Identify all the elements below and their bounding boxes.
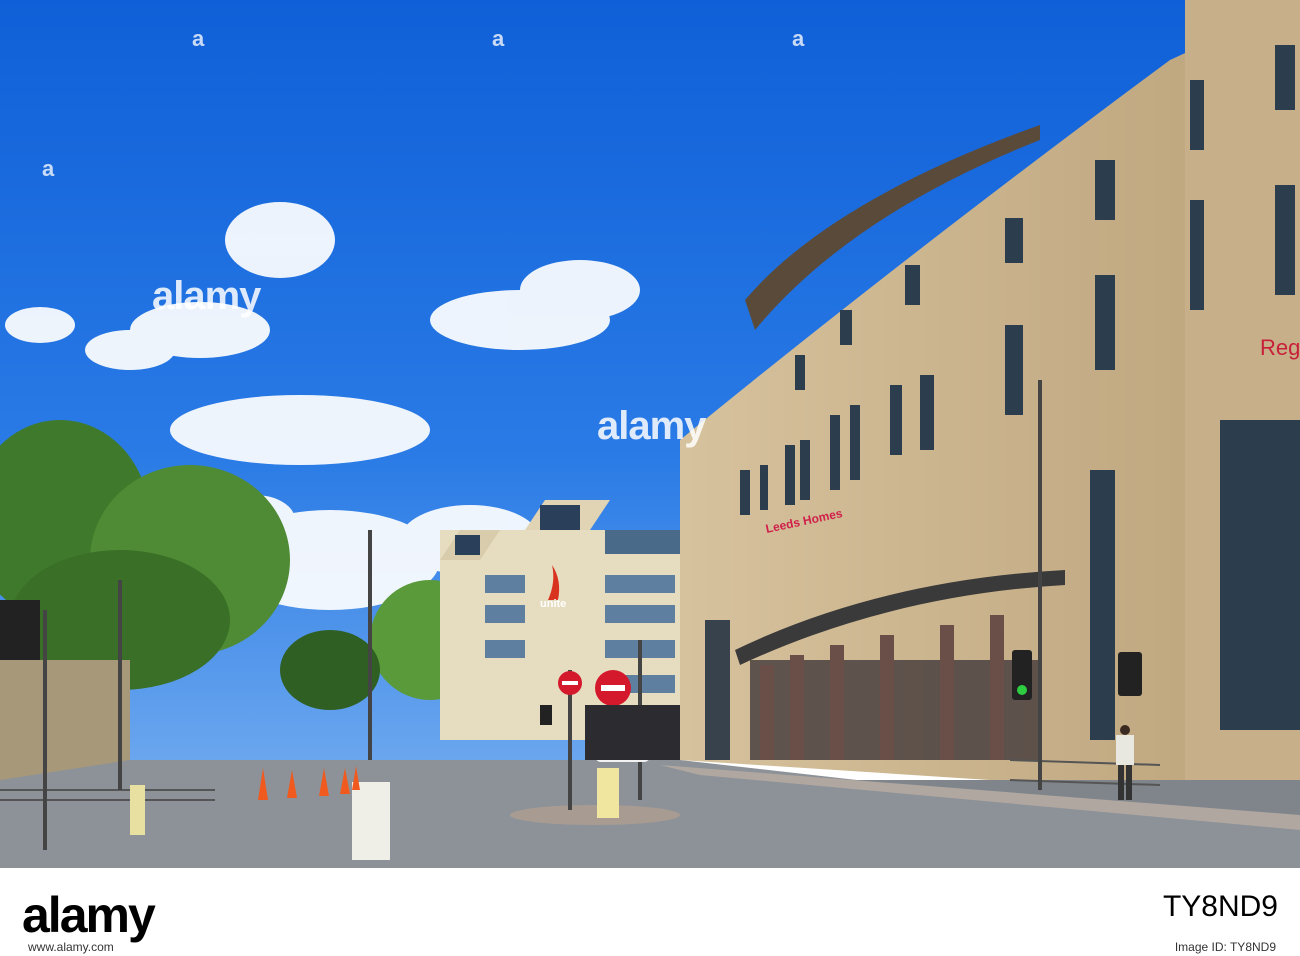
bus (585, 705, 680, 760)
image-id-label: Image ID: TY8ND9 (1174, 940, 1276, 954)
traffic-island (510, 805, 680, 825)
watermark: alamy (597, 404, 706, 448)
image-id: TY8ND9 (1162, 890, 1278, 923)
footer-bar: alamy TY8ND9 www.alamy.com Image ID: TY8… (0, 868, 1300, 956)
footer-caption: www.alamy.com (28, 940, 114, 954)
watermark: a (492, 26, 504, 51)
unite-building (440, 500, 690, 740)
building-sign: Reg Hon (1260, 336, 1300, 360)
watermark: a (192, 26, 204, 51)
street-photo: Reg Hon Leeds Homes unite alamy alamy a … (0, 0, 1300, 868)
watermark: a (792, 26, 804, 51)
left-building (0, 660, 130, 780)
office-sign: unite (540, 598, 567, 610)
brand-logo: alamy (22, 887, 156, 943)
watermark: alamy (152, 274, 261, 318)
watermark: a (42, 156, 54, 181)
